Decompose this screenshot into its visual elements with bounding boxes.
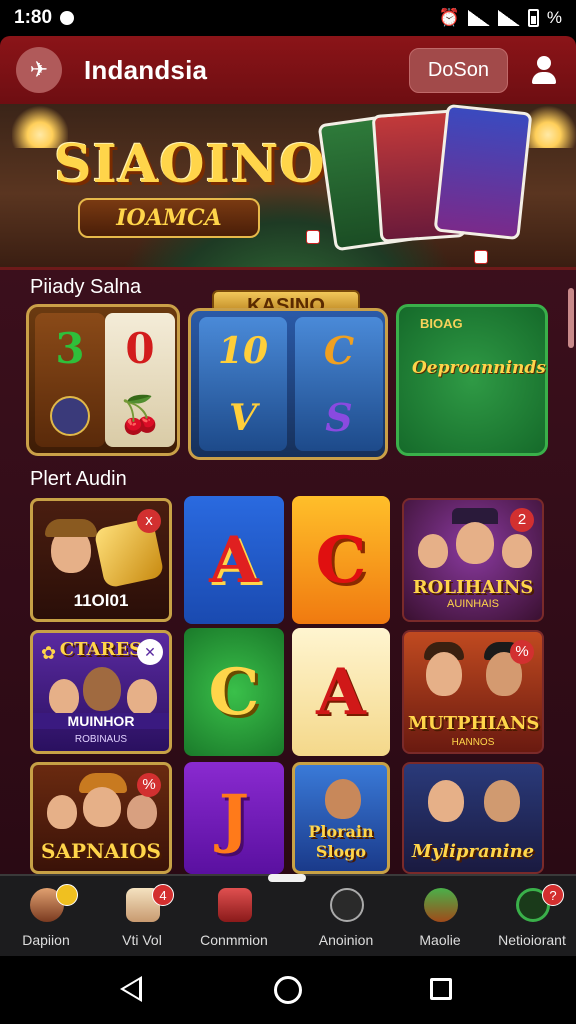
slot-tile-green[interactable]	[396, 304, 548, 456]
game-tile[interactable]: x 11Ol01	[30, 498, 172, 622]
dice-icon	[306, 230, 320, 244]
promo-banner[interactable]: SIAOINO IOAMCA	[0, 104, 576, 270]
game-tile[interactable]: % MUTPHIANS HANNOS	[402, 630, 544, 754]
battery-text: %	[546, 8, 562, 27]
game-tile[interactable]: Plorain Slogo	[292, 762, 390, 874]
clock-icon	[330, 888, 364, 922]
game-letter: A	[316, 654, 366, 730]
badge-icon[interactable]: 2	[510, 508, 534, 532]
game-title: SAPNAIOS	[40, 839, 162, 863]
user-profile-icon[interactable]	[528, 54, 560, 86]
nav-item-network[interactable]: ? Netioiorant	[482, 884, 576, 954]
tools-icon: ✕	[137, 639, 163, 665]
battery-icon	[527, 9, 539, 27]
back-icon[interactable]	[120, 976, 142, 1002]
game-letter: C	[315, 522, 367, 598]
scrollbar[interactable]	[568, 288, 574, 348]
game-subtitle: Slogo	[315, 842, 367, 861]
status-bar: 1:80 ⏰ %	[0, 0, 576, 36]
badge-icon[interactable]: %	[137, 773, 161, 797]
game-tile[interactable]: Mylipranine	[402, 762, 544, 874]
app-header: ✈ Indandsia DoSon	[0, 36, 576, 104]
slot-tile-kasino[interactable]: 10 V C S	[188, 308, 388, 460]
game-tile[interactable]: 2 ROLIHAINS AUINHAIS	[402, 498, 544, 622]
notification-dot-icon	[60, 11, 75, 25]
section-label-featured: Piiady Salna	[30, 276, 142, 298]
banner-subtitle: IOAMCA	[78, 198, 260, 238]
nav-item-commission[interactable]: Conmmion	[184, 884, 284, 954]
nav-label: Netioiorant	[498, 932, 566, 948]
slot-tile-classic[interactable]: 3 0 🍒	[26, 304, 180, 456]
status-time: 1:80	[14, 7, 53, 28]
game-title: 11Ol01	[73, 591, 129, 610]
nav-label: Maolie	[419, 932, 461, 948]
sheet-handle[interactable]	[268, 874, 306, 882]
game-title: Mylipranine	[411, 841, 535, 862]
game-tile[interactable]: % SAPNAIOS	[30, 762, 172, 874]
game-title: MUTPHIANS	[408, 713, 540, 734]
dice-icon	[474, 250, 488, 264]
deposit-button[interactable]: DoSon	[408, 47, 508, 93]
reel-symbol: C	[323, 328, 355, 373]
game-letter: C	[208, 654, 260, 730]
green-tile-name: Oeproanninds	[412, 358, 546, 378]
game-footer: ROBINAUS	[74, 734, 128, 745]
app-title: Indandsia	[84, 54, 208, 85]
playing-card-icon	[433, 104, 533, 241]
nav-label: Anoinion	[318, 932, 374, 948]
nav-item-deposit[interactable]: Dapiion	[0, 884, 96, 954]
nav-item-animation[interactable]: Anoinion	[296, 884, 396, 954]
game-letter: A	[209, 522, 259, 598]
game-tile[interactable]: A	[184, 496, 284, 624]
game-subtitle: MUINHOR	[33, 713, 169, 729]
game-tile[interactable]: A	[292, 628, 390, 756]
reel-symbol: 0	[125, 323, 155, 373]
green-tile-title: BIOAG	[420, 316, 463, 331]
home-icon[interactable]	[274, 976, 302, 1004]
recents-icon[interactable]	[430, 978, 452, 1000]
reel-symbol: 3	[55, 324, 85, 374]
game-subtitle: AUINHAIS	[447, 598, 499, 610]
game-tile[interactable]: CTARES ✿ ✕ MUINHOR ROBINAUS	[30, 630, 172, 754]
game-tile[interactable]: J	[184, 762, 284, 874]
banner-title: SIAOINO	[54, 134, 326, 195]
nav-label: Conmmion	[200, 932, 268, 948]
game-subtitle: HANNOS	[451, 737, 495, 748]
coin-badge-icon	[56, 884, 78, 906]
notification-badge: ?	[542, 884, 564, 906]
reel-symbol: S	[325, 395, 353, 440]
game-tile[interactable]: C	[184, 628, 284, 756]
reel-symbol: 10	[217, 329, 269, 372]
game-title: Plorain	[308, 822, 374, 841]
nav-item-mobile[interactable]: Maolie	[390, 884, 490, 954]
dealer-icon	[424, 888, 458, 922]
alarm-icon: ⏰	[438, 8, 460, 27]
game-letter: J	[218, 780, 250, 856]
nav-item-vip[interactable]: 4 Vti Vol	[92, 884, 192, 954]
section-label-popular: Plert Audin	[30, 468, 127, 490]
signal-icon	[497, 10, 520, 26]
notification-badge: 4	[152, 884, 174, 906]
badge-symbol-icon	[50, 395, 90, 436]
badge-icon[interactable]: %	[510, 640, 534, 664]
chips-icon	[218, 888, 252, 922]
nav-label: Dapiion	[22, 932, 70, 948]
cherry-icon: 🍒	[117, 394, 163, 437]
close-badge-icon[interactable]: x	[137, 509, 161, 533]
nav-label: Vti Vol	[122, 932, 162, 948]
clover-icon: ✿	[41, 643, 57, 663]
game-title: ROLIHAINS	[412, 577, 534, 598]
app-logo-icon[interactable]: ✈	[16, 47, 62, 93]
wifi-icon	[467, 10, 490, 26]
game-tile[interactable]: C	[292, 496, 390, 624]
reel-symbol: V	[229, 396, 257, 439]
